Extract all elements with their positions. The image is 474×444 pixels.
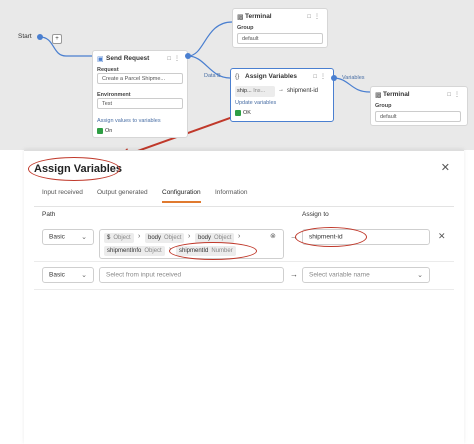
annotation-circle-path	[169, 242, 257, 260]
tab-output-generated[interactable]: Output generated	[97, 189, 148, 196]
path-chip[interactable]: shipmentInfo Object	[104, 246, 165, 256]
chip-name: ship...	[237, 88, 252, 94]
assign-header: Assign to	[302, 211, 329, 218]
assign-values-link[interactable]: Assign values to variables	[97, 118, 161, 124]
mode-value: Basic	[49, 271, 65, 279]
chip-type: Ins...	[253, 88, 266, 94]
request-value: Create a Parcel Shipme...	[102, 76, 165, 82]
chip-type: Object	[113, 235, 131, 241]
path-chip[interactable]: body Object	[145, 233, 185, 243]
node-menu-icons[interactable]: □⋮	[167, 55, 183, 62]
annotation-circle-title	[28, 157, 120, 181]
chip-name: body	[148, 235, 162, 241]
add-step-button[interactable]: +	[52, 34, 62, 44]
chevron-down-icon: ⌄	[81, 234, 87, 241]
start-connector[interactable]	[37, 34, 43, 40]
chip-type: Object	[144, 248, 162, 254]
chevron-right-icon: ›	[188, 233, 191, 240]
delete-row-icon[interactable]: ✕	[438, 231, 446, 242]
node-menu-icons[interactable]: □⋮	[307, 13, 323, 20]
terminal-icon: ▩	[375, 92, 382, 99]
on-label: On	[105, 128, 113, 134]
group-input[interactable]: default	[237, 33, 323, 44]
request-icon: ▣	[97, 56, 104, 63]
terminal-node-right[interactable]: ▩ Terminal □⋮ Group default	[370, 86, 468, 126]
environment-select[interactable]: Test	[97, 98, 183, 109]
chip-type: Object	[214, 235, 232, 241]
target-variable: shipment-id	[287, 88, 319, 94]
edge-label-data: Data B	[204, 73, 221, 79]
output-connector[interactable]	[331, 75, 337, 81]
path-chip[interactable]: $ Object	[104, 233, 134, 243]
node-menu-icons[interactable]: □⋮	[313, 73, 329, 80]
arrow-right-icon: →	[278, 87, 284, 93]
environment-value: Test	[102, 101, 113, 107]
update-variables-link[interactable]: Update variables	[235, 100, 276, 106]
row-divider	[34, 289, 454, 290]
send-request-node[interactable]: ▣ Send Request □⋮ Request Create a Parce…	[92, 50, 188, 138]
group-input[interactable]: default	[375, 111, 461, 122]
chip-name: shipmentInfo	[107, 248, 142, 254]
assign-variables-modal: Assign Variables ✕ Input received Output…	[24, 150, 464, 444]
tab-input-received[interactable]: Input received	[42, 189, 83, 196]
assign-variable-select-row2[interactable]: Select variable name ⌄	[302, 267, 430, 283]
path-header: Path	[42, 211, 56, 218]
row-divider	[34, 261, 454, 262]
tab-configuration[interactable]: Configuration	[162, 189, 201, 203]
arrow-right-icon: →	[290, 270, 298, 279]
terminal-icon: ▩	[237, 14, 244, 21]
annotation-circle-assign	[295, 227, 367, 247]
chip-name: body	[198, 235, 212, 241]
mode-select-row2[interactable]: Basic ⌄	[42, 267, 94, 283]
ok-indicator-icon	[235, 110, 241, 116]
chevron-down-icon: ⌄	[81, 272, 87, 279]
group-value: default	[380, 114, 397, 120]
output-connector[interactable]	[185, 53, 191, 59]
assign-placeholder: Select variable name	[309, 271, 370, 279]
mode-select-row1[interactable]: Basic ⌄	[42, 229, 94, 245]
chevron-down-icon: ⌄	[417, 272, 423, 279]
chip-type: Object	[164, 235, 182, 241]
chip-name: $	[107, 235, 111, 241]
assign-variables-node[interactable]: {} Assign Variables □⋮ ship... Ins... → …	[230, 68, 334, 122]
tabs-divider	[34, 206, 454, 207]
path-select-row2[interactable]: Select from input received	[99, 267, 284, 283]
path-chip: ship... Ins...	[235, 86, 275, 97]
node-title: Send Request	[106, 55, 150, 62]
group-label: Group	[237, 25, 254, 31]
start-label: Start	[18, 33, 32, 40]
node-title: Terminal	[245, 13, 272, 20]
mode-value: Basic	[49, 233, 65, 241]
group-value: default	[242, 36, 259, 42]
close-icon[interactable]: ✕	[441, 161, 450, 174]
ok-label: OK	[243, 110, 251, 116]
request-select[interactable]: Create a Parcel Shipme...	[97, 73, 183, 84]
on-indicator-icon	[97, 128, 103, 134]
tab-information[interactable]: Information	[215, 189, 248, 196]
braces-icon: {}	[235, 73, 240, 80]
node-menu-icons[interactable]: □⋮	[447, 91, 463, 98]
terminal-node-top[interactable]: ▩ Terminal □⋮ Group default	[232, 8, 328, 48]
edge-label-variables: Variables	[342, 75, 365, 81]
workflow-canvas[interactable]: Start + ▣ Send Request □⋮ Request Create…	[0, 0, 474, 150]
chevron-right-icon: ›	[138, 233, 141, 240]
clear-icon[interactable]: ⊗	[270, 232, 276, 240]
group-label: Group	[375, 103, 392, 109]
node-title: Assign Variables	[245, 73, 298, 80]
chevron-right-icon: ›	[238, 233, 241, 240]
path-placeholder: Select from input received	[106, 271, 182, 279]
node-title: Terminal	[383, 91, 410, 98]
